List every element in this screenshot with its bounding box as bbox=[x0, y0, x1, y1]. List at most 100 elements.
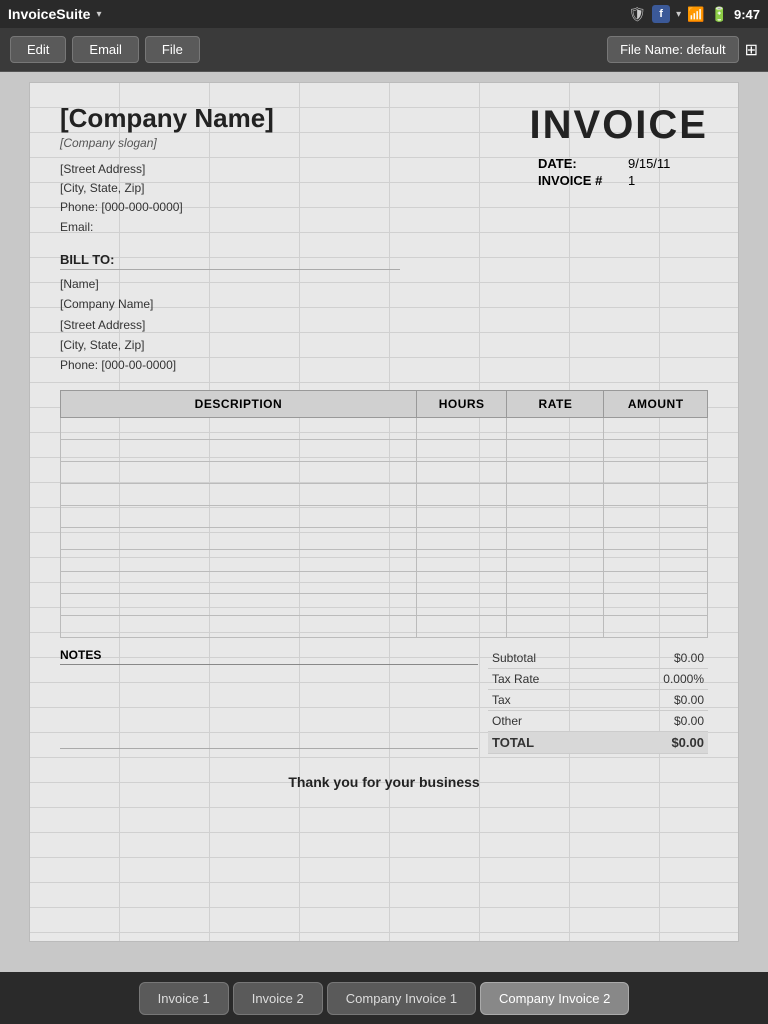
app-dropdown-icon[interactable]: ▾ bbox=[96, 9, 101, 20]
cell-hours-3[interactable] bbox=[416, 483, 507, 505]
cell-hours-6[interactable] bbox=[416, 549, 507, 571]
tab-company-invoice-2[interactable]: Company Invoice 2 bbox=[480, 982, 629, 1015]
wifi-icon: 📶 bbox=[687, 6, 704, 23]
email[interactable]: Email: bbox=[60, 218, 508, 237]
phone[interactable]: Phone: [000-000-0000] bbox=[60, 198, 508, 217]
bill-to-phone[interactable]: Phone: [000-00-0000] bbox=[60, 355, 708, 375]
table-row[interactable] bbox=[61, 615, 708, 637]
table-row[interactable] bbox=[61, 439, 708, 461]
invoice-title: INVOICE bbox=[508, 103, 708, 148]
subtotal-row: Subtotal $0.00 bbox=[488, 648, 708, 669]
bill-to-city-state-zip[interactable]: [City, State, Zip] bbox=[60, 335, 708, 355]
company-slogan[interactable]: [Company slogan] bbox=[60, 136, 508, 150]
battery-icon: 🔋 bbox=[711, 6, 728, 23]
cell-desc-8[interactable] bbox=[61, 593, 417, 615]
cell-hours-9[interactable] bbox=[416, 615, 507, 637]
invoice-table: DESCRIPTION HOURS RATE AMOUNT bbox=[60, 390, 708, 638]
cell-hours-8[interactable] bbox=[416, 593, 507, 615]
cell-amount-2[interactable] bbox=[604, 461, 708, 483]
shield-icon: 🛡 bbox=[628, 6, 646, 23]
cell-hours-4[interactable] bbox=[416, 505, 507, 527]
bill-to-section: BILL TO: [Name] [Company Name] [Street A… bbox=[60, 251, 708, 376]
header-hours: HOURS bbox=[416, 390, 507, 417]
status-bar-right: 🛡 f ▾ 📶 🔋 9:47 bbox=[628, 5, 760, 23]
cell-rate-0[interactable] bbox=[507, 417, 604, 439]
email-button[interactable]: Email bbox=[72, 36, 139, 63]
cell-rate-6[interactable] bbox=[507, 549, 604, 571]
date-label: DATE: bbox=[538, 156, 628, 171]
cell-rate-9[interactable] bbox=[507, 615, 604, 637]
main-content: [Company Name] [Company slogan] [Street … bbox=[0, 72, 768, 972]
total-row: TOTAL $0.00 bbox=[488, 732, 708, 754]
cell-rate-3[interactable] bbox=[507, 483, 604, 505]
cell-desc-0[interactable] bbox=[61, 417, 417, 439]
tab-invoice-2[interactable]: Invoice 2 bbox=[233, 982, 323, 1015]
bill-to-info: [Name] [Company Name] [Street Address] [… bbox=[60, 274, 708, 376]
cell-desc-1[interactable] bbox=[61, 439, 417, 461]
table-row[interactable] bbox=[61, 571, 708, 593]
cell-desc-4[interactable] bbox=[61, 505, 417, 527]
cell-hours-5[interactable] bbox=[416, 527, 507, 549]
grid-icon[interactable]: ⊞ bbox=[745, 40, 758, 60]
cell-desc-9[interactable] bbox=[61, 615, 417, 637]
street-address[interactable]: [Street Address] bbox=[60, 160, 508, 179]
table-row[interactable] bbox=[61, 549, 708, 571]
cell-amount-8[interactable] bbox=[604, 593, 708, 615]
cell-amount-1[interactable] bbox=[604, 439, 708, 461]
cell-rate-8[interactable] bbox=[507, 593, 604, 615]
cell-desc-6[interactable] bbox=[61, 549, 417, 571]
bill-to-street[interactable]: [Street Address] bbox=[60, 315, 708, 335]
table-row[interactable] bbox=[61, 417, 708, 439]
city-state-zip[interactable]: [City, State, Zip] bbox=[60, 179, 508, 198]
cell-desc-2[interactable] bbox=[61, 461, 417, 483]
cell-desc-5[interactable] bbox=[61, 527, 417, 549]
cell-rate-4[interactable] bbox=[507, 505, 604, 527]
cell-rate-5[interactable] bbox=[507, 527, 604, 549]
table-row[interactable] bbox=[61, 483, 708, 505]
app-title: InvoiceSuite bbox=[8, 6, 90, 22]
cell-hours-7[interactable] bbox=[416, 571, 507, 593]
invoice-num-label: INVOICE # bbox=[538, 173, 628, 188]
cell-rate-7[interactable] bbox=[507, 571, 604, 593]
table-row[interactable] bbox=[61, 505, 708, 527]
table-row[interactable] bbox=[61, 461, 708, 483]
invoice-document: [Company Name] [Company slogan] [Street … bbox=[29, 82, 739, 942]
invoice-title-section: INVOICE DATE: 9/15/11 INVOICE # 1 bbox=[508, 103, 708, 190]
tax-label: Tax bbox=[492, 693, 511, 707]
cell-desc-3[interactable] bbox=[61, 483, 417, 505]
edit-button[interactable]: Edit bbox=[10, 36, 66, 63]
table-row[interactable] bbox=[61, 527, 708, 549]
tab-invoice-1[interactable]: Invoice 1 bbox=[139, 982, 229, 1015]
invoice-content: [Company Name] [Company slogan] [Street … bbox=[60, 103, 708, 860]
bill-to-name[interactable]: [Name] bbox=[60, 274, 708, 294]
totals-section: Subtotal $0.00 Tax Rate 0.000% Tax $0.00… bbox=[488, 648, 708, 754]
cell-rate-1[interactable] bbox=[507, 439, 604, 461]
company-section: [Company Name] [Company slogan] [Street … bbox=[60, 103, 508, 237]
bill-to-company[interactable]: [Company Name] bbox=[60, 294, 708, 314]
cell-amount-0[interactable] bbox=[604, 417, 708, 439]
other-row: Other $0.00 bbox=[488, 711, 708, 732]
cell-desc-7[interactable] bbox=[61, 571, 417, 593]
tax-value: $0.00 bbox=[674, 693, 704, 707]
file-button[interactable]: File bbox=[145, 36, 200, 63]
cell-amount-4[interactable] bbox=[604, 505, 708, 527]
cell-hours-1[interactable] bbox=[416, 439, 507, 461]
cell-hours-0[interactable] bbox=[416, 417, 507, 439]
cell-hours-2[interactable] bbox=[416, 461, 507, 483]
invoice-num-value[interactable]: 1 bbox=[628, 173, 708, 188]
cell-amount-9[interactable] bbox=[604, 615, 708, 637]
fb-dropdown-icon[interactable]: ▾ bbox=[676, 9, 681, 20]
invoice-header: [Company Name] [Company slogan] [Street … bbox=[60, 103, 708, 237]
cell-amount-3[interactable] bbox=[604, 483, 708, 505]
table-row[interactable] bbox=[61, 593, 708, 615]
invoice-meta: DATE: 9/15/11 INVOICE # 1 bbox=[508, 156, 708, 188]
cell-amount-7[interactable] bbox=[604, 571, 708, 593]
tab-company-invoice-1[interactable]: Company Invoice 1 bbox=[327, 982, 476, 1015]
date-value[interactable]: 9/15/11 bbox=[628, 156, 708, 171]
cell-amount-5[interactable] bbox=[604, 527, 708, 549]
company-name[interactable]: [Company Name] bbox=[60, 103, 508, 134]
cell-amount-6[interactable] bbox=[604, 549, 708, 571]
total-label: TOTAL bbox=[492, 735, 534, 750]
notes-content[interactable] bbox=[60, 669, 478, 749]
cell-rate-2[interactable] bbox=[507, 461, 604, 483]
